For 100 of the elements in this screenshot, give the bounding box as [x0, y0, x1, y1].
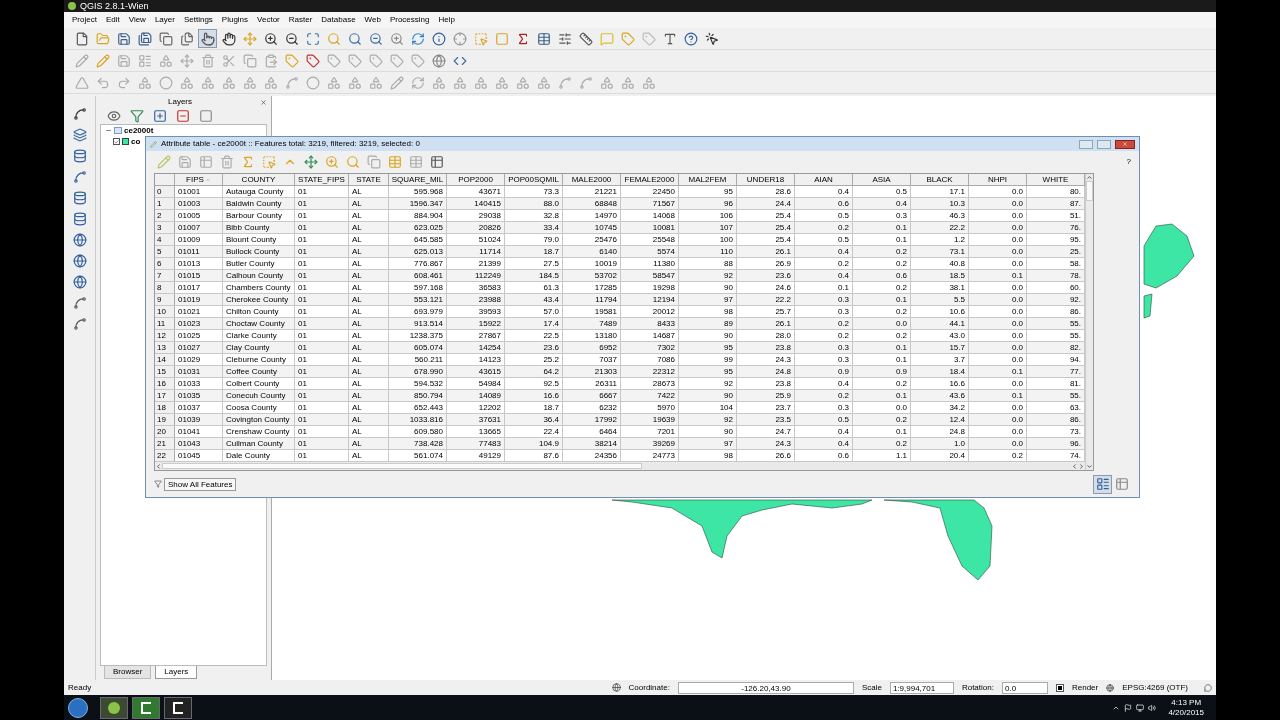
- menu-item[interactable]: Project: [72, 14, 97, 26]
- row-header[interactable]: 7: [155, 270, 175, 281]
- row-header[interactable]: 9: [155, 294, 175, 305]
- column-header[interactable]: NHPI: [969, 174, 1027, 185]
- taskbar-app-icon[interactable]: [132, 696, 160, 719]
- table-cell: 16.6: [505, 390, 563, 401]
- scroll-down-icon[interactable]: [1086, 463, 1093, 470]
- maximize-button[interactable]: [1097, 139, 1111, 149]
- row-header[interactable]: 21: [155, 438, 175, 449]
- table-cell: 5970: [621, 402, 679, 413]
- help-text[interactable]: ?: [1126, 156, 1131, 168]
- column-header[interactable]: AIAN: [795, 174, 853, 185]
- column-header[interactable]: MAL2FEM: [679, 174, 737, 185]
- row-header[interactable]: 12: [155, 330, 175, 341]
- table-cell: 28.0: [737, 330, 795, 341]
- column-header[interactable]: FIPS: [175, 174, 223, 185]
- row-header[interactable]: 0: [155, 186, 175, 197]
- taskbar-app-icon[interactable]: [164, 696, 192, 719]
- table-cell: 27867: [447, 330, 505, 341]
- row-header[interactable]: 6: [155, 258, 175, 269]
- row-header[interactable]: 18: [155, 402, 175, 413]
- row-header[interactable]: 15: [155, 366, 175, 377]
- menu-item[interactable]: Database: [321, 14, 356, 26]
- monitor-icon[interactable]: [1136, 703, 1145, 712]
- scroll-left-icon[interactable]: [155, 462, 162, 470]
- show-features-button[interactable]: Show All Features: [164, 477, 237, 491]
- table-cell: 24.8: [911, 426, 969, 437]
- row-header[interactable]: 22: [155, 450, 175, 461]
- table-cell: 0.3: [795, 306, 853, 317]
- menu-item[interactable]: View: [128, 14, 146, 26]
- column-header[interactable]: UNDER18: [737, 174, 795, 185]
- close-icon[interactable]: [260, 98, 267, 106]
- table-cell: 104: [679, 402, 737, 413]
- column-header[interactable]: POP00SQMIL: [505, 174, 563, 185]
- table-view-icon[interactable]: [1093, 474, 1112, 494]
- tree-layer-name[interactable]: co: [131, 137, 141, 146]
- minimize-button[interactable]: [1079, 139, 1093, 149]
- panel-tab[interactable]: Browser: [104, 666, 152, 679]
- scroll-left-icon[interactable]: [1071, 462, 1078, 470]
- scroll-up-icon[interactable]: [1086, 174, 1093, 181]
- row-header[interactable]: 20: [155, 426, 175, 437]
- row-header[interactable]: 2: [155, 210, 175, 221]
- collapse-icon[interactable]: [105, 127, 112, 134]
- row-header[interactable]: 16: [155, 378, 175, 389]
- column-header[interactable]: FEMALE2000: [621, 174, 679, 185]
- row-header[interactable]: 8: [155, 282, 175, 293]
- table-cell: 0.1: [853, 222, 911, 233]
- row-header[interactable]: 4: [155, 234, 175, 245]
- menu-item[interactable]: Help: [438, 14, 455, 26]
- column-header[interactable]: MALE2000: [563, 174, 621, 185]
- scale-dropdown[interactable]: 1:9,994,701: [889, 681, 954, 694]
- row-header[interactable]: 3: [155, 222, 175, 233]
- messages-icon[interactable]: [1204, 683, 1212, 692]
- start-button[interactable]: [68, 697, 88, 718]
- row-header[interactable]: 11: [155, 318, 175, 329]
- horizontal-scrollbar[interactable]: [162, 463, 642, 469]
- table-cell: 6232: [563, 402, 621, 413]
- render-checkbox[interactable]: [1055, 683, 1064, 692]
- menu-item[interactable]: Layer: [154, 14, 175, 26]
- table-cell: 0.0: [969, 342, 1027, 353]
- column-header[interactable]: COUNTY: [223, 174, 295, 185]
- column-header[interactable]: STATE_FIPS: [295, 174, 349, 185]
- menu-item[interactable]: Plugins: [221, 14, 249, 26]
- row-header[interactable]: 17: [155, 390, 175, 401]
- row-header[interactable]: 13: [155, 342, 175, 353]
- column-header[interactable]: ASIA: [853, 174, 911, 185]
- table-cell: 140415: [447, 198, 505, 209]
- coordinate-field[interactable]: -126.20,43.90: [677, 681, 854, 694]
- row-header[interactable]: 5: [155, 246, 175, 257]
- rotation-field[interactable]: 0.0: [1001, 681, 1048, 694]
- taskbar-app-icon[interactable]: [100, 696, 128, 719]
- panel-tab[interactable]: Layers: [155, 666, 198, 679]
- touch-pointer-icon[interactable]: [198, 29, 217, 48]
- layer-checkbox[interactable]: [113, 138, 120, 145]
- vertical-scrollbar[interactable]: [1086, 181, 1093, 201]
- menu-item[interactable]: Edit: [105, 14, 120, 26]
- column-header[interactable]: STATE: [349, 174, 389, 185]
- menu-item[interactable]: Raster: [288, 14, 313, 26]
- layer-group-name[interactable]: ce2000t: [124, 126, 154, 135]
- menu-item[interactable]: Vector: [257, 14, 280, 26]
- row-header[interactable]: 19: [155, 414, 175, 425]
- volume-icon[interactable]: [1148, 703, 1157, 712]
- scroll-right-icon[interactable]: [1078, 462, 1085, 470]
- menu-item[interactable]: Processing: [389, 14, 430, 26]
- table-cell: 01013: [175, 258, 223, 269]
- column-header[interactable]: SQUARE_MIL: [389, 174, 447, 185]
- table-cell: 92: [679, 270, 737, 281]
- menu-item[interactable]: Web: [364, 14, 381, 26]
- close-button[interactable]: [1115, 139, 1135, 149]
- coordinate-toggle-icon[interactable]: [611, 683, 621, 692]
- menu-item[interactable]: Settings: [183, 14, 213, 26]
- table-cell: 0.0: [969, 438, 1027, 449]
- globe-icon[interactable]: [1106, 683, 1115, 692]
- row-header[interactable]: 10: [155, 306, 175, 317]
- flag-icon[interactable]: [1124, 703, 1133, 712]
- row-header[interactable]: 14: [155, 354, 175, 365]
- column-header[interactable]: POP2000: [447, 174, 505, 185]
- row-header[interactable]: 1: [155, 198, 175, 209]
- crs-button[interactable]: EPSG:4269 (OTF): [1122, 681, 1188, 694]
- column-header[interactable]: BLACK: [911, 174, 969, 185]
